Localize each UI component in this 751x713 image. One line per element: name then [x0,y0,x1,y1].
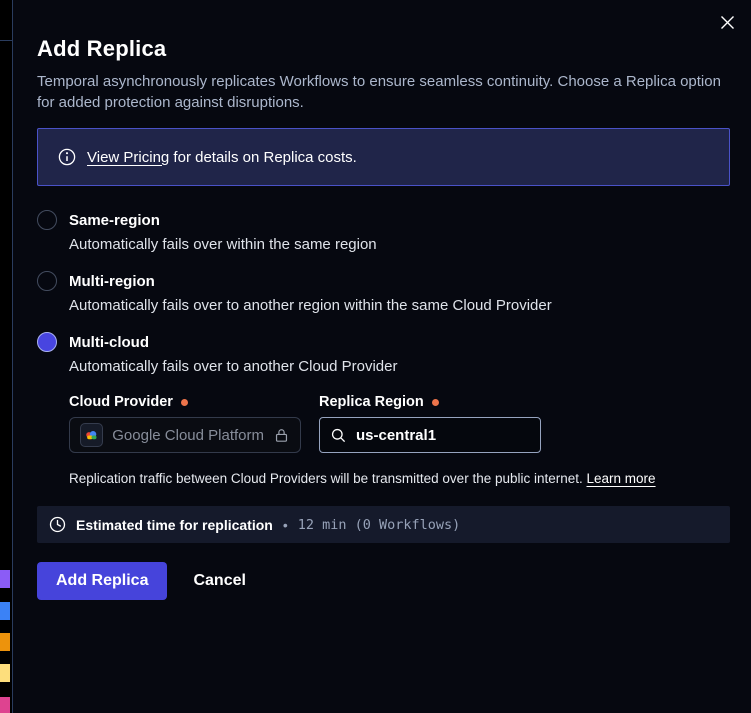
replica-options: Same-region Automatically fails over wit… [37,210,730,486]
page-background: Add Replica Temporal asynchronously repl… [0,0,751,713]
cloud-provider-label-text: Cloud Provider [69,394,173,410]
radio-same-region[interactable] [37,210,57,230]
replica-region-input[interactable]: us-central1 [319,417,541,453]
background-stripe [0,664,10,682]
option-multi-region: Multi-region Automatically fails over to… [37,271,730,314]
required-dot [181,399,188,406]
estimate-value: 12 min (0 Workflows) [298,517,461,533]
option-label[interactable]: Multi-region [69,273,155,290]
option-label[interactable]: Multi-cloud [69,334,149,351]
option-multi-cloud: Multi-cloud Automatically fails over to … [37,332,730,486]
lock-icon [273,427,290,444]
gcp-logo-icon [80,423,103,447]
pricing-banner-text: View Pricing for details on Replica cost… [87,149,357,166]
close-button[interactable] [715,10,739,34]
radio-multi-cloud[interactable] [37,332,57,352]
learn-more-link[interactable]: Learn more [587,471,656,486]
clock-icon [49,516,66,533]
close-icon [720,15,735,30]
add-replica-modal: Add Replica Temporal asynchronously repl… [13,0,751,713]
view-pricing-link[interactable]: View Pricing [87,149,169,166]
estimate-separator: • [283,517,288,533]
replica-region-label: Replica Region [319,394,541,410]
replica-region-value: us-central1 [356,427,436,444]
option-description: Automatically fails over to another regi… [69,297,730,314]
cloud-provider-select: Google Cloud Platform [69,417,301,453]
pricing-banner-suffix: for details on Replica costs. [169,149,357,166]
modal-description: Temporal asynchronously replicates Workf… [37,71,730,113]
background-stripe [0,633,10,651]
search-icon [330,427,347,444]
public-internet-note: Replication traffic between Cloud Provid… [69,471,730,486]
background-stripe [0,570,10,588]
option-label[interactable]: Same-region [69,212,160,229]
background-stripe [0,697,10,713]
cancel-button[interactable]: Cancel [193,572,245,590]
estimated-time-bar: Estimated time for replication • 12 min … [37,506,730,543]
radio-multi-region[interactable] [37,271,57,291]
modal-actions: Add Replica Cancel [37,562,730,600]
cloud-provider-label: Cloud Provider [69,394,301,410]
replica-region-label-text: Replica Region [319,394,424,410]
option-same-region: Same-region Automatically fails over wit… [37,210,730,253]
cloud-provider-value: Google Cloud Platform [112,427,264,444]
multi-cloud-form: Cloud Provider Replica Region [69,394,730,486]
modal-title: Add Replica [37,36,730,62]
option-description: Automatically fails over to another Clou… [69,358,730,375]
background-stripe [0,602,10,620]
option-description: Automatically fails over within the same… [69,236,730,253]
background-panel-edge-top [0,40,13,41]
pricing-banner: View Pricing for details on Replica cost… [37,128,730,186]
info-icon [58,148,76,166]
public-internet-note-text: Replication traffic between Cloud Provid… [69,471,587,486]
required-dot [432,399,439,406]
add-replica-button[interactable]: Add Replica [37,562,167,600]
estimate-label: Estimated time for replication [76,517,273,533]
